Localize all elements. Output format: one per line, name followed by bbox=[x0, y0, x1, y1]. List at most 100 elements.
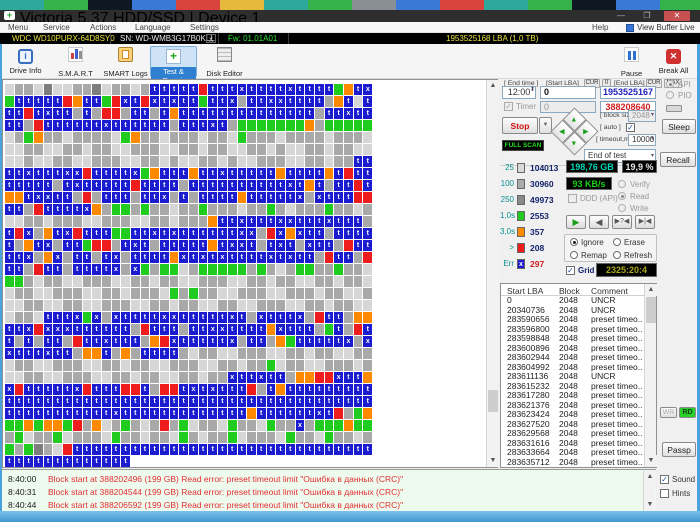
grid-scrollbar[interactable]: ▲ ▼ bbox=[486, 80, 498, 467]
toolbar-button-drive-info[interactable]: i Drive Info bbox=[2, 46, 49, 77]
table-row[interactable]: 203407362048UNCR bbox=[501, 306, 656, 316]
skip-end-button[interactable]: ▶|◀ bbox=[635, 215, 655, 229]
column-header-start-lba[interactable]: Start LBA bbox=[507, 286, 543, 296]
scan-block-mid-gray bbox=[170, 420, 179, 431]
scan-block-empty bbox=[179, 456, 188, 467]
recall-button[interactable]: Recall bbox=[660, 152, 696, 167]
auto-checkbox[interactable]: ✓ bbox=[626, 123, 635, 132]
hints-checkbox[interactable] bbox=[660, 489, 669, 498]
table-scrollbar[interactable]: ▲ ▼ bbox=[644, 284, 656, 467]
log-entry[interactable]: 8:40:00Block start at 388202496 (199 GB)… bbox=[0, 473, 640, 486]
sleep-button[interactable]: Sleep bbox=[662, 119, 696, 134]
table-row[interactable]: 2835968002048preset timeo... bbox=[501, 325, 656, 335]
refresh-radio[interactable] bbox=[613, 251, 621, 259]
table-row[interactable]: 2836111362048UNCR bbox=[501, 372, 656, 382]
column-header-block[interactable]: Block bbox=[559, 286, 580, 296]
scan-block-blue-timeout: t bbox=[354, 444, 363, 455]
scroll-down-arrow[interactable]: ▼ bbox=[487, 455, 499, 467]
log-entry[interactable]: 8:40:31Block start at 388204544 (199 GB)… bbox=[0, 486, 640, 499]
table-row[interactable]: 2836357122048preset timeo... bbox=[501, 458, 656, 468]
table-row[interactable]: 2836316162048preset timeo... bbox=[501, 439, 656, 449]
step-back-button[interactable]: ◀ bbox=[589, 215, 609, 229]
table-row[interactable]: 02048UNCR bbox=[501, 296, 656, 306]
pause-button[interactable]: Pause bbox=[608, 46, 655, 77]
scan-block-mid-gray bbox=[354, 264, 363, 275]
table-row[interactable]: 2836152322048preset timeo... bbox=[501, 382, 656, 392]
ddd-checkbox[interactable] bbox=[568, 194, 577, 203]
grid-checkbox[interactable]: ✓ bbox=[566, 266, 575, 275]
close-button[interactable]: ✕ bbox=[664, 11, 690, 21]
scroll-up-arrow[interactable]: ▲ bbox=[644, 471, 656, 483]
toolbar-button-test-repair[interactable]: + Test & Repair bbox=[150, 46, 197, 77]
block-size-dropdown[interactable]: 2048▾ bbox=[628, 110, 656, 122]
sound-checkbox[interactable]: ✓ bbox=[660, 475, 669, 484]
remap-radio[interactable] bbox=[570, 251, 578, 259]
scan-grid-row: xttxttxtt bbox=[5, 372, 373, 384]
break-all-button[interactable]: ✕ Break All bbox=[650, 46, 697, 77]
scan-block-mid-gray bbox=[344, 312, 353, 323]
verify-radio[interactable] bbox=[618, 180, 626, 188]
toolbar-button-disk-editor[interactable]: Disk Editor bbox=[201, 46, 248, 77]
table-row[interactable]: 2836029442048preset timeo... bbox=[501, 353, 656, 363]
table-row[interactable]: 2836213762048preset timeo... bbox=[501, 401, 656, 411]
menu-item-view-buffer-live[interactable]: View Buffer Live bbox=[637, 23, 695, 32]
stop-button[interactable]: Stop bbox=[502, 117, 538, 134]
serial-close-button[interactable]: x bbox=[206, 34, 216, 43]
defect-table-header[interactable]: Start LBA Block Comment bbox=[501, 284, 656, 296]
toolbar-button-smart-logs[interactable]: SMART Logs bbox=[102, 46, 149, 77]
play-button[interactable]: ▶ bbox=[566, 215, 586, 229]
scan-block-blue-timeout: t bbox=[141, 444, 150, 455]
start-lba-input[interactable]: 0 bbox=[540, 86, 596, 99]
spinner-arrows[interactable]: ⬍ bbox=[530, 86, 535, 93]
rd-button[interactable]: RD bbox=[679, 407, 696, 418]
menu-item-help[interactable]: Help bbox=[592, 23, 608, 32]
wr-button[interactable]: WR bbox=[660, 407, 677, 418]
menu-item-actions[interactable]: Actions bbox=[90, 23, 116, 32]
table-row[interactable]: 2836172802048preset timeo... bbox=[501, 391, 656, 401]
menu-item-service[interactable]: Service bbox=[43, 23, 70, 32]
menu-item-settings[interactable]: Settings bbox=[190, 23, 219, 32]
toolbar-button-smart[interactable]: S.M.A.R.T bbox=[52, 46, 99, 77]
scan-block-blue-timeout: t bbox=[208, 408, 217, 419]
scan-block-red bbox=[131, 180, 140, 191]
table-row[interactable]: 2836049922048preset timeo... bbox=[501, 363, 656, 373]
scan-grid-row: ttxtttxxttttxtttttxtttttttttttt bbox=[5, 168, 373, 180]
scroll-down-arrow[interactable]: ▼ bbox=[644, 499, 656, 511]
menu-item-menu[interactable]: Menu bbox=[8, 23, 28, 32]
column-header-comment[interactable]: Comment bbox=[591, 286, 643, 296]
table-row[interactable]: 2836336642048preset timeo... bbox=[501, 448, 656, 458]
table-row[interactable]: 2836295682048preset timeo... bbox=[501, 429, 656, 439]
table-row[interactable]: 2836008962048preset timeo... bbox=[501, 344, 656, 354]
scan-block-light-gray bbox=[286, 300, 295, 311]
skip-question-button[interactable]: ▶?◀ bbox=[612, 215, 632, 229]
scroll-up-arrow[interactable]: ▲ bbox=[487, 80, 499, 92]
table-row[interactable]: 2835906562048preset timeo... bbox=[501, 315, 656, 325]
end-lba-input[interactable]: 1953525167 bbox=[600, 86, 656, 99]
erase-radio[interactable] bbox=[613, 238, 621, 246]
scroll-down-arrow[interactable]: ▼ bbox=[645, 455, 657, 467]
scan-block-blue-timeout: t bbox=[305, 324, 314, 335]
write-radio[interactable] bbox=[618, 204, 626, 212]
maximize-button[interactable]: ❐ bbox=[638, 11, 656, 21]
drive-model[interactable]: WDC WD10PURX-64D8SY0 bbox=[12, 33, 115, 44]
pio-radio[interactable] bbox=[666, 91, 674, 99]
ignore-radio[interactable] bbox=[570, 238, 578, 246]
scan-block-mid-gray bbox=[247, 360, 256, 371]
scrollbar-thumb[interactable] bbox=[646, 297, 656, 323]
api-radio[interactable] bbox=[666, 80, 674, 88]
passp-button[interactable]: Passp bbox=[662, 442, 696, 457]
table-row[interactable]: 2836234242048preset timeo... bbox=[501, 410, 656, 420]
timer-checkbox[interactable]: ✓ bbox=[504, 102, 513, 111]
scan-block-mid-gray bbox=[199, 288, 208, 299]
menu-item-language[interactable]: Language bbox=[135, 23, 171, 32]
table-row[interactable]: 2835988482048preset timeo... bbox=[501, 334, 656, 344]
scrollbar-thumb[interactable] bbox=[488, 390, 498, 412]
scan-block-mid-gray bbox=[218, 204, 227, 215]
timeout-dropdown[interactable]: 10000▾ bbox=[628, 134, 656, 146]
table-row[interactable]: 2836275202048preset timeo... bbox=[501, 420, 656, 430]
scan-block-blue-timeout: t bbox=[276, 408, 285, 419]
scroll-up-arrow[interactable]: ▲ bbox=[645, 284, 657, 296]
read-radio[interactable] bbox=[618, 192, 626, 200]
log-scrollbar[interactable]: ▲ ▼ bbox=[643, 471, 655, 511]
minimize-button[interactable]: — bbox=[612, 11, 630, 21]
